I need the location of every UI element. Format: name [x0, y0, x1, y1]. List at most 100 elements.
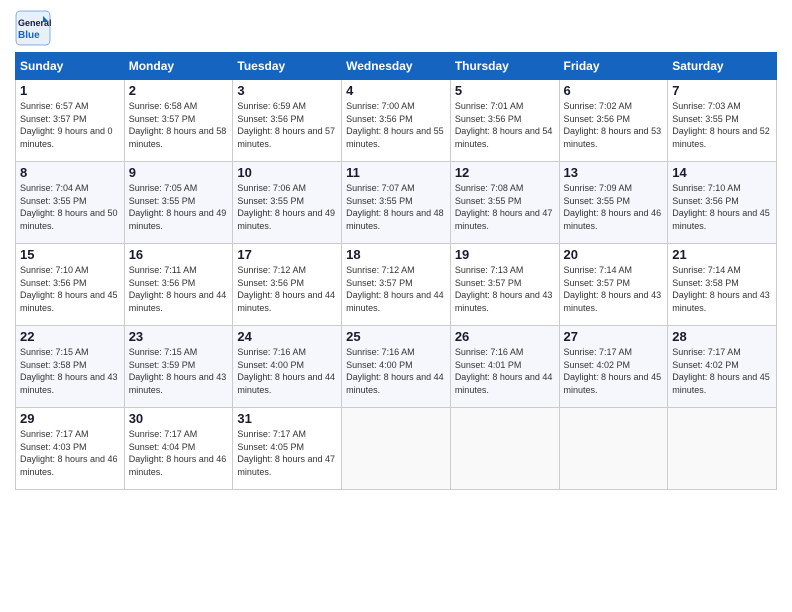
day-number: 23 [129, 329, 229, 344]
day-number: 28 [672, 329, 772, 344]
calendar-day: 3 Sunrise: 6:59 AMSunset: 3:56 PMDaylight… [233, 80, 342, 162]
calendar-day [450, 408, 559, 490]
day-info: Sunrise: 7:12 AMSunset: 3:57 PMDaylight:… [346, 264, 446, 314]
calendar-day: 9Sunrise: 7:05 AMSunset: 3:55 PMDaylight… [124, 162, 233, 244]
day-number: 8 [20, 165, 120, 180]
day-info: Sunrise: 7:17 AMSunset: 4:02 PMDaylight:… [672, 346, 772, 396]
calendar-day: 19 Sunrise: 7:13 AMSunset: 3:57 PMDayligh… [450, 244, 559, 326]
calendar-day [668, 408, 777, 490]
calendar-day: 2 Sunrise: 6:58 AMSunset: 3:57 PMDaylight… [124, 80, 233, 162]
calendar-header: SundayMondayTuesdayWednesdayThursdayFrid… [16, 53, 777, 80]
calendar-week: 8 Sunrise: 7:04 AMSunset: 3:55 PMDaylight… [16, 162, 777, 244]
weekday-header: Thursday [450, 53, 559, 80]
calendar-day: 31 Sunrise: 7:17 AMSunset: 4:05 PMDayligh… [233, 408, 342, 490]
calendar-day: 26 Sunrise: 7:16 AMSunset: 4:01 PMDayligh… [450, 326, 559, 408]
weekday-header: Monday [124, 53, 233, 80]
day-info: Sunrise: 7:16 AMSunset: 4:01 PMDaylight:… [455, 346, 555, 396]
day-info: Sunrise: 7:14 AMSunset: 3:57 PMDaylight:… [564, 264, 664, 314]
day-info: Sunrise: 6:57 AMSunset: 3:57 PMDaylight:… [20, 100, 120, 150]
day-number: 4 [346, 83, 446, 98]
weekday-header: Friday [559, 53, 668, 80]
day-info: Sunrise: 7:15 AMSunset: 3:59 PMDaylight:… [129, 346, 229, 396]
calendar-day: 1 Sunrise: 6:57 AMSunset: 3:57 PMDaylight… [16, 80, 125, 162]
logo-svg: General Blue [15, 10, 51, 46]
day-info: Sunrise: 6:59 AMSunset: 3:56 PMDaylight:… [237, 100, 337, 150]
calendar-day: 18 Sunrise: 7:12 AMSunset: 3:57 PMDayligh… [342, 244, 451, 326]
calendar-day: 7 Sunrise: 7:03 AMSunset: 3:55 PMDaylight… [668, 80, 777, 162]
calendar-week: 22Sunrise: 7:15 AMSunset: 3:58 PMDayligh… [16, 326, 777, 408]
day-info: Sunrise: 7:09 AMSunset: 3:55 PMDaylight:… [564, 182, 664, 232]
calendar-day: 28 Sunrise: 7:17 AMSunset: 4:02 PMDayligh… [668, 326, 777, 408]
day-info: Sunrise: 7:17 AMSunset: 4:03 PMDaylight:… [20, 428, 120, 478]
calendar-day: 6Sunrise: 7:02 AMSunset: 3:56 PMDaylight… [559, 80, 668, 162]
calendar-day: 24 Sunrise: 7:16 AMSunset: 4:00 PMDayligh… [233, 326, 342, 408]
calendar-day [559, 408, 668, 490]
day-number: 7 [672, 83, 772, 98]
calendar-day [342, 408, 451, 490]
calendar-day: 29 Sunrise: 7:17 AMSunset: 4:03 PMDayligh… [16, 408, 125, 490]
day-info: Sunrise: 7:17 AMSunset: 4:02 PMDaylight:… [564, 346, 664, 396]
day-number: 22 [20, 329, 120, 344]
day-number: 20 [564, 247, 664, 262]
day-info: Sunrise: 7:00 AMSunset: 3:56 PMDaylight:… [346, 100, 446, 150]
day-info: Sunrise: 7:16 AMSunset: 4:00 PMDaylight:… [237, 346, 337, 396]
day-number: 12 [455, 165, 555, 180]
day-info: Sunrise: 7:17 AMSunset: 4:04 PMDaylight:… [129, 428, 229, 478]
day-info: Sunrise: 7:05 AMSunset: 3:55 PMDaylight:… [129, 182, 229, 232]
day-info: Sunrise: 7:04 AMSunset: 3:55 PMDaylight:… [20, 182, 120, 232]
day-number: 10 [237, 165, 337, 180]
day-number: 6 [564, 83, 664, 98]
day-number: 14 [672, 165, 772, 180]
calendar-body: 1 Sunrise: 6:57 AMSunset: 3:57 PMDaylight… [16, 80, 777, 490]
day-info: Sunrise: 7:12 AMSunset: 3:56 PMDaylight:… [237, 264, 337, 314]
calendar-day: 30 Sunrise: 7:17 AMSunset: 4:04 PMDayligh… [124, 408, 233, 490]
day-number: 25 [346, 329, 446, 344]
calendar-day: 16Sunrise: 7:11 AMSunset: 3:56 PMDayligh… [124, 244, 233, 326]
day-number: 21 [672, 247, 772, 262]
day-number: 29 [20, 411, 120, 426]
day-info: Sunrise: 7:06 AMSunset: 3:55 PMDaylight:… [237, 182, 337, 232]
day-info: Sunrise: 7:08 AMSunset: 3:55 PMDaylight:… [455, 182, 555, 232]
day-number: 24 [237, 329, 337, 344]
day-info: Sunrise: 7:03 AMSunset: 3:55 PMDaylight:… [672, 100, 772, 150]
weekday-header: Sunday [16, 53, 125, 80]
calendar-day: 25 Sunrise: 7:16 AMSunset: 4:00 PMDayligh… [342, 326, 451, 408]
calendar-day: 21 Sunrise: 7:14 AMSunset: 3:58 PMDayligh… [668, 244, 777, 326]
day-number: 30 [129, 411, 229, 426]
svg-text:Blue: Blue [18, 30, 40, 41]
day-info: Sunrise: 6:58 AMSunset: 3:57 PMDaylight:… [129, 100, 229, 150]
day-number: 1 [20, 83, 120, 98]
day-info: Sunrise: 7:17 AMSunset: 4:05 PMDaylight:… [237, 428, 337, 478]
day-info: Sunrise: 7:13 AMSunset: 3:57 PMDaylight:… [455, 264, 555, 314]
day-number: 18 [346, 247, 446, 262]
day-number: 15 [20, 247, 120, 262]
day-number: 26 [455, 329, 555, 344]
day-info: Sunrise: 7:14 AMSunset: 3:58 PMDaylight:… [672, 264, 772, 314]
calendar-table: SundayMondayTuesdayWednesdayThursdayFrid… [15, 52, 777, 490]
calendar-day: 14 Sunrise: 7:10 AMSunset: 3:56 PMDayligh… [668, 162, 777, 244]
day-info: Sunrise: 7:10 AMSunset: 3:56 PMDaylight:… [672, 182, 772, 232]
calendar-day: 10 Sunrise: 7:06 AMSunset: 3:55 PMDayligh… [233, 162, 342, 244]
day-info: Sunrise: 7:07 AMSunset: 3:55 PMDaylight:… [346, 182, 446, 232]
day-info: Sunrise: 7:16 AMSunset: 4:00 PMDaylight:… [346, 346, 446, 396]
calendar-day: 11 Sunrise: 7:07 AMSunset: 3:55 PMDayligh… [342, 162, 451, 244]
calendar-day: 5Sunrise: 7:01 AMSunset: 3:56 PMDaylight… [450, 80, 559, 162]
day-number: 11 [346, 165, 446, 180]
page-container: General Blue SundayMondayTuesdayWednesda… [0, 0, 792, 500]
calendar-week: 15 Sunrise: 7:10 AMSunset: 3:56 PMDayligh… [16, 244, 777, 326]
calendar-week: 29 Sunrise: 7:17 AMSunset: 4:03 PMDayligh… [16, 408, 777, 490]
calendar-day: 22Sunrise: 7:15 AMSunset: 3:58 PMDayligh… [16, 326, 125, 408]
weekday-header: Wednesday [342, 53, 451, 80]
calendar-day: 15 Sunrise: 7:10 AMSunset: 3:56 PMDayligh… [16, 244, 125, 326]
day-number: 3 [237, 83, 337, 98]
day-number: 19 [455, 247, 555, 262]
day-number: 31 [237, 411, 337, 426]
calendar-day: 13 Sunrise: 7:09 AMSunset: 3:55 PMDayligh… [559, 162, 668, 244]
day-number: 13 [564, 165, 664, 180]
calendar-day: 27 Sunrise: 7:17 AMSunset: 4:02 PMDayligh… [559, 326, 668, 408]
day-info: Sunrise: 7:11 AMSunset: 3:56 PMDaylight:… [129, 264, 229, 314]
day-number: 2 [129, 83, 229, 98]
day-info: Sunrise: 7:10 AMSunset: 3:56 PMDaylight:… [20, 264, 120, 314]
header: General Blue [15, 10, 777, 46]
day-number: 27 [564, 329, 664, 344]
